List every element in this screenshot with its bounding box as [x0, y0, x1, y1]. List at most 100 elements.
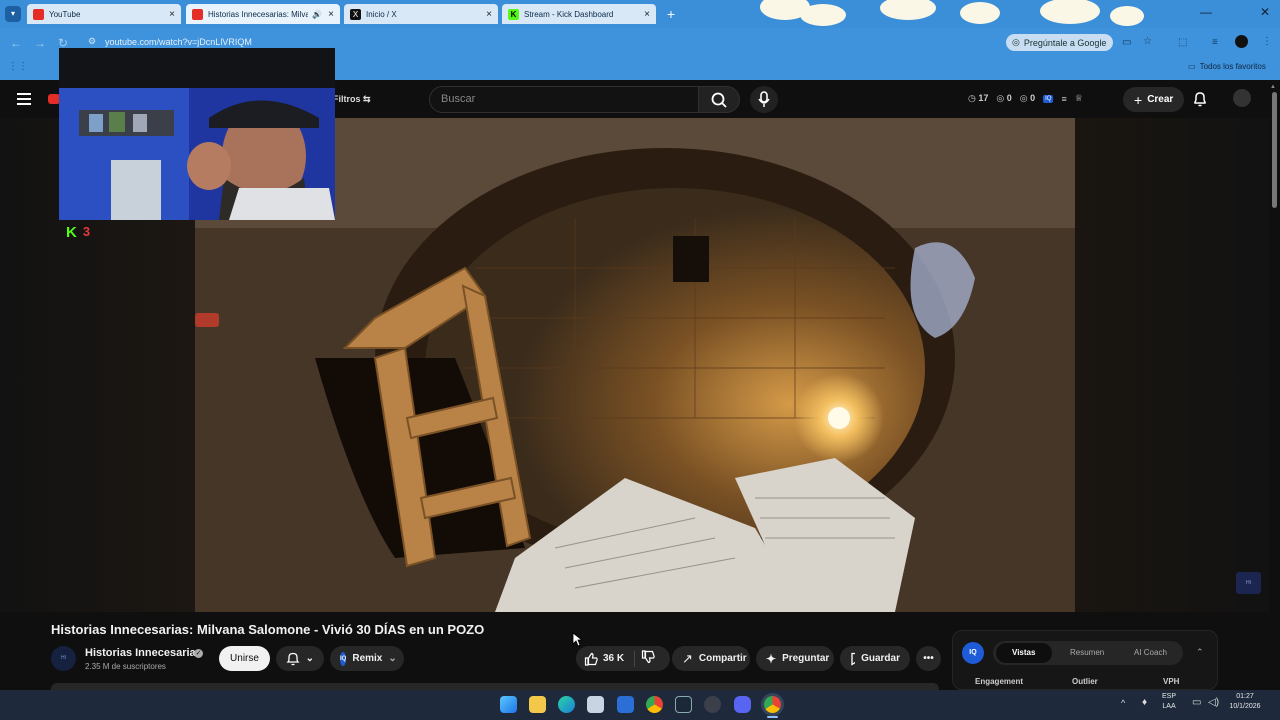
language-code: ESP: [1162, 693, 1177, 700]
channel-avatar[interactable]: HI: [51, 646, 76, 671]
create-label: Crear: [1147, 94, 1174, 105]
close-icon[interactable]: ×: [169, 9, 175, 20]
subscribe-notifications-button[interactable]: ⌄: [276, 646, 324, 671]
player-backdrop-right: [1075, 118, 1270, 612]
filters-button[interactable]: Filtros ⇆: [333, 94, 371, 105]
minimize-button[interactable]: —: [1200, 5, 1212, 19]
dislike-button[interactable]: [641, 650, 655, 667]
extensions-icon[interactable]: ⬚: [1178, 37, 1187, 48]
active-app-indicator: [767, 716, 778, 718]
menu-icon[interactable]: [17, 93, 31, 105]
url-text[interactable]: youtube.com/watch?v=jDcnLlVRIQM: [105, 37, 252, 47]
more-actions-button[interactable]: •••: [916, 646, 941, 671]
menu-dots-icon[interactable]: ⋮: [1262, 36, 1272, 47]
profile-avatar[interactable]: [1235, 35, 1248, 48]
obs-studio-icon[interactable]: [704, 696, 721, 713]
folder-icon: ▭: [1188, 62, 1196, 71]
microsoft-store-icon[interactable]: [587, 696, 604, 713]
tab-resumen[interactable]: Resumen: [1070, 648, 1104, 657]
like-button[interactable]: 36 K: [584, 652, 624, 666]
speaker-icon[interactable]: 🔊: [312, 10, 322, 19]
apps-grid-icon[interactable]: ⋮⋮: [8, 61, 28, 72]
clock-stat: ◷ 17: [968, 93, 989, 103]
join-button[interactable]: Unirse: [219, 646, 270, 671]
create-button[interactable]: + Crear: [1123, 87, 1185, 112]
col-vph: VPH: [1163, 677, 1180, 686]
discord-icon[interactable]: [734, 696, 751, 713]
subscriber-count: 2.35 M de suscriptores: [85, 662, 166, 671]
ask-google-label: Pregúntale a Google: [1023, 37, 1107, 48]
close-icon[interactable]: ×: [644, 9, 650, 20]
tab-vistas[interactable]: Vistas: [1012, 648, 1035, 657]
thumbs-down-icon: [642, 650, 655, 664]
bookmark-star-icon[interactable]: ☆: [1143, 36, 1152, 47]
reading-list-icon[interactable]: ≡: [1212, 37, 1218, 48]
iq-icon: IQ: [340, 651, 347, 666]
chrome-icon[interactable]: [646, 696, 663, 713]
iq-badge-icon[interactable]: IQ: [962, 642, 984, 664]
voice-search-button[interactable]: [750, 86, 778, 113]
start-menu-icon[interactable]: [500, 696, 517, 713]
more-dots-icon: •••: [923, 653, 934, 664]
forward-icon[interactable]: →: [34, 36, 46, 50]
header-stats[interactable]: ◷ 17 ◎ 0 ◎ 0 IQ ≡ ♕: [968, 93, 1083, 104]
divider: [634, 650, 636, 667]
microphone-tray-icon[interactable]: ♦: [1142, 697, 1147, 708]
new-tab-button[interactable]: +: [663, 6, 679, 22]
ask-label: Preguntar: [782, 653, 830, 664]
file-explorer-icon[interactable]: [529, 696, 546, 713]
steam-icon[interactable]: [675, 696, 692, 713]
tray-overflow-icon[interactable]: ^: [1121, 698, 1125, 708]
cloud-decoration: [960, 2, 1000, 24]
scroll-up-arrow-icon[interactable]: ▲: [1270, 84, 1276, 90]
tab-ai-coach[interactable]: AI Coach: [1134, 648, 1167, 657]
tab-title: YouTube: [49, 9, 81, 19]
share-label: Compartir: [698, 653, 747, 664]
close-window-button[interactable]: ✕: [1260, 5, 1270, 19]
eye-stat: ◎ 0: [1019, 93, 1036, 103]
tab-current-video[interactable]: Historias Innecesarias: Milvana 🔊 ×: [186, 4, 340, 24]
clock[interactable]: 01:27 10/1/2026: [1228, 692, 1262, 712]
all-favorites-button[interactable]: ▭ Todos los favoritos: [1188, 62, 1266, 71]
notifications-button[interactable]: [1192, 91, 1208, 113]
iq-extension-icon[interactable]: IQ: [1043, 94, 1054, 103]
remix-button[interactable]: IQ Remix ⌄: [330, 646, 404, 671]
tab-x[interactable]: X Inicio / X ×: [344, 4, 498, 24]
channel-watermark[interactable]: HI: [1236, 572, 1261, 594]
youtube-icon: [33, 8, 44, 20]
channel-name[interactable]: Historias Innecesarias: [85, 647, 202, 659]
save-bookmark-icon: [851, 652, 856, 666]
sliders-icon: ⇆: [363, 94, 371, 104]
network-icon[interactable]: ▭: [1192, 697, 1201, 708]
search-button[interactable]: [698, 86, 740, 113]
search-input[interactable]: Buscar: [429, 86, 699, 113]
tab-youtube[interactable]: YouTube ×: [27, 4, 181, 24]
ask-google-button[interactable]: ◎ Pregúntale a Google: [1006, 34, 1114, 51]
video-title: Historias Innecesarias: Milvana Salomone…: [51, 622, 485, 637]
tab-search-button[interactable]: ▾: [5, 6, 21, 22]
close-icon[interactable]: ×: [486, 9, 492, 20]
scrollbar-thumb[interactable]: [1272, 92, 1277, 208]
share-button[interactable]: ↗ Compartir: [672, 646, 750, 671]
cloud-decoration: [800, 4, 846, 26]
input-language[interactable]: ESP LAA: [1162, 692, 1176, 712]
list-icon[interactable]: ≡: [1061, 94, 1066, 104]
save-button[interactable]: Guardar: [840, 646, 910, 671]
site-info-icon[interactable]: ⚙: [88, 36, 96, 47]
tab-kick[interactable]: K Stream - Kick Dashboard ×: [502, 4, 656, 24]
back-icon[interactable]: ←: [10, 36, 22, 50]
chrome-active-icon[interactable]: [764, 696, 781, 713]
chevron-down-icon: ⌄: [305, 653, 314, 664]
collapse-chevron-icon[interactable]: ⌃: [1196, 647, 1204, 658]
install-icon[interactable]: ▭: [1122, 37, 1131, 48]
volume-icon[interactable]: ◁): [1208, 697, 1219, 708]
edge-browser-icon[interactable]: [558, 696, 575, 713]
tab-title: Inicio / X: [366, 9, 397, 19]
award-icon[interactable]: ♕: [1075, 93, 1083, 104]
ask-button[interactable]: ✦ Preguntar: [756, 646, 834, 671]
close-icon[interactable]: ×: [328, 9, 334, 20]
account-avatar[interactable]: [1233, 89, 1251, 107]
save-label: Guardar: [861, 653, 900, 664]
clock-time: 01:27: [1236, 693, 1254, 700]
mail-icon[interactable]: [617, 696, 634, 713]
